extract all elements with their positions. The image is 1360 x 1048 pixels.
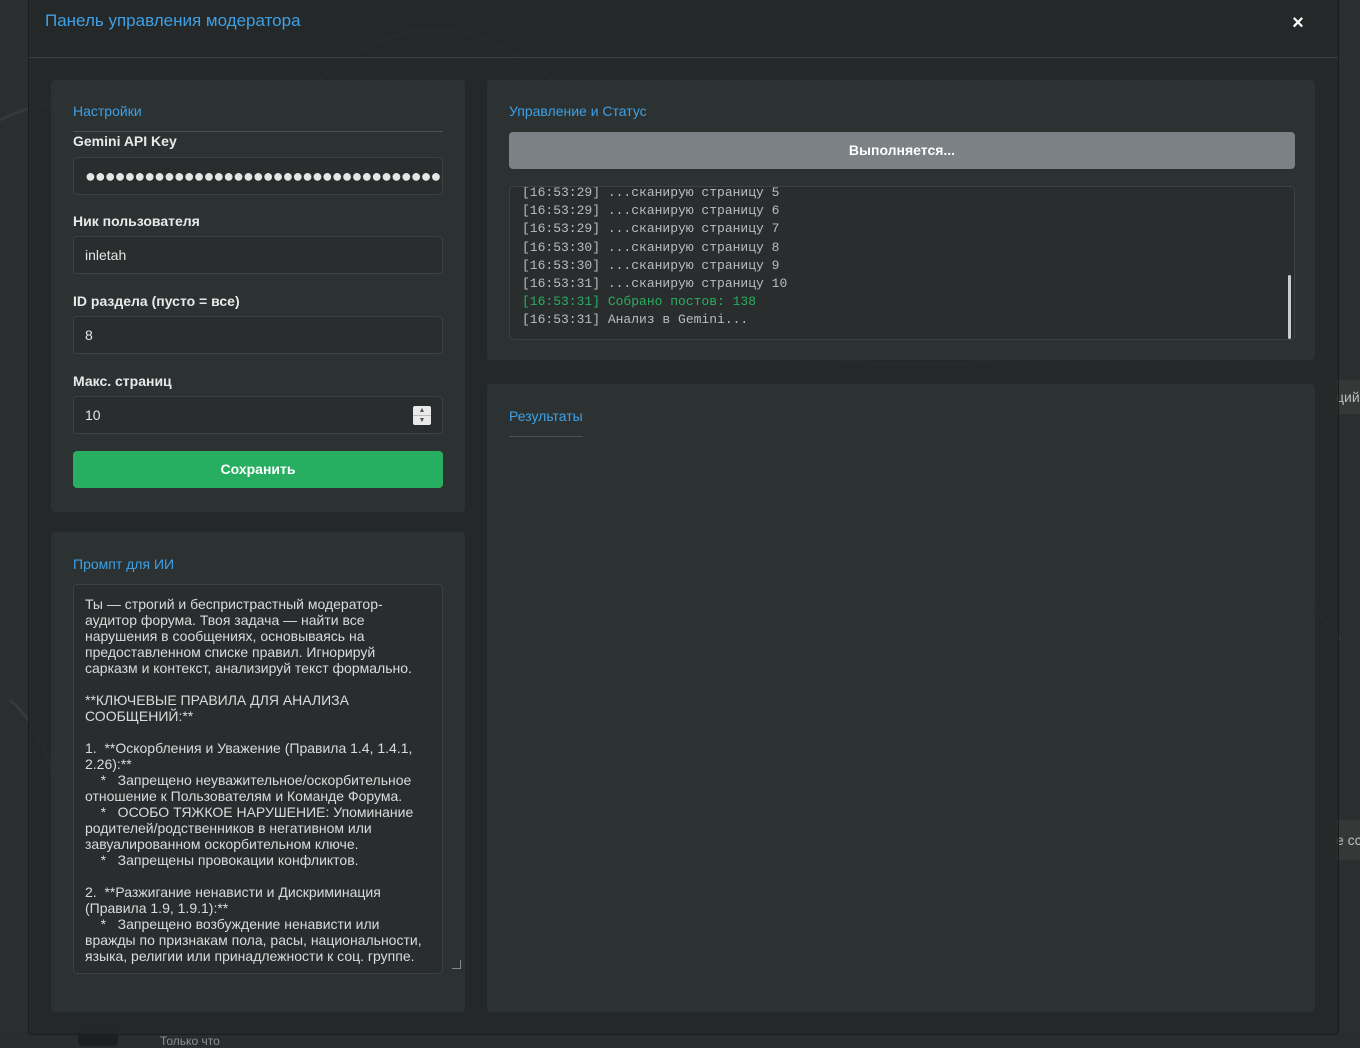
quantity-stepper[interactable]: ▲ ▼ xyxy=(413,406,431,425)
resize-handle-icon[interactable] xyxy=(452,960,461,969)
results-title: Результаты xyxy=(509,408,583,424)
log-line: [16:53:29] ...сканирую страницу 7 xyxy=(522,221,780,237)
divider xyxy=(509,436,583,437)
background-peek-text: е сс xyxy=(1336,820,1360,860)
modal-title: Панель управления модератора xyxy=(45,11,301,30)
api-key-label: Gemini API Key xyxy=(73,133,177,149)
run-status-button[interactable]: Выполняется... xyxy=(509,132,1295,169)
log-line: [16:53:31] Анализ в Gemini... xyxy=(522,312,749,328)
divider xyxy=(73,131,443,132)
control-title: Управление и Статус xyxy=(509,103,647,119)
api-key-input[interactable]: ●●●●●●●●●●●●●●●●●●●●●●●●●●●●●●●●●●●●●● xyxy=(73,157,443,195)
max-pages-input[interactable]: 10 ▲ ▼ xyxy=(73,396,443,434)
log-line: [16:53:31] ...сканирую страницу 10 xyxy=(522,275,788,291)
results-card: Результаты xyxy=(487,384,1315,1012)
max-pages-value: 10 xyxy=(85,407,101,423)
close-icon[interactable]: × xyxy=(1288,12,1308,34)
section-id-input[interactable]: 8 xyxy=(73,316,443,354)
prompt-title: Промпт для ИИ xyxy=(73,556,175,572)
background-peek-text: ций xyxy=(1336,380,1360,414)
moderator-panel-modal: Панель управления модератора × Настройки… xyxy=(28,0,1339,1035)
log-line: [16:53:29] ...сканирую страницу 6 xyxy=(522,203,780,219)
modal-header: Панель управления модератора × xyxy=(29,0,1338,58)
settings-card: Настройки Gemini API Key ●●●●●●●●●●●●●●●… xyxy=(51,80,465,512)
log-output: [16:53:29] ...сканирую страницу 5 [16:53:… xyxy=(509,186,1295,340)
prompt-textarea[interactable]: Ты — строгий и беспристрастный модератор… xyxy=(73,584,443,974)
log-lines: [16:53:29] ...сканирую страницу 5 [16:53:… xyxy=(522,186,1282,330)
save-button[interactable]: Сохранить xyxy=(73,451,443,488)
log-scrollbar[interactable] xyxy=(1288,275,1291,339)
section-id-label: ID раздела (пусто = все) xyxy=(73,293,240,309)
stepper-down-icon[interactable]: ▼ xyxy=(413,416,431,425)
log-line: [16:53:31] Собрано постов: 138 xyxy=(522,294,757,310)
log-line: [16:53:30] ...сканирую страницу 9 xyxy=(522,257,780,273)
log-line: [16:53:29] ...сканирую страницу 5 xyxy=(522,186,780,200)
control-card: Управление и Статус Выполняется... [16:5… xyxy=(487,80,1315,360)
nick-label: Ник пользователя xyxy=(73,213,200,229)
max-pages-label: Макс. страниц xyxy=(73,373,172,389)
prompt-card: Промпт для ИИ Ты — строгий и беспристрас… xyxy=(51,532,465,1012)
nick-input[interactable]: inletah xyxy=(73,236,443,274)
log-line: [16:53:30] ...сканирую страницу 8 xyxy=(522,239,780,255)
settings-title: Настройки xyxy=(73,103,142,119)
stepper-up-icon[interactable]: ▲ xyxy=(413,406,431,416)
